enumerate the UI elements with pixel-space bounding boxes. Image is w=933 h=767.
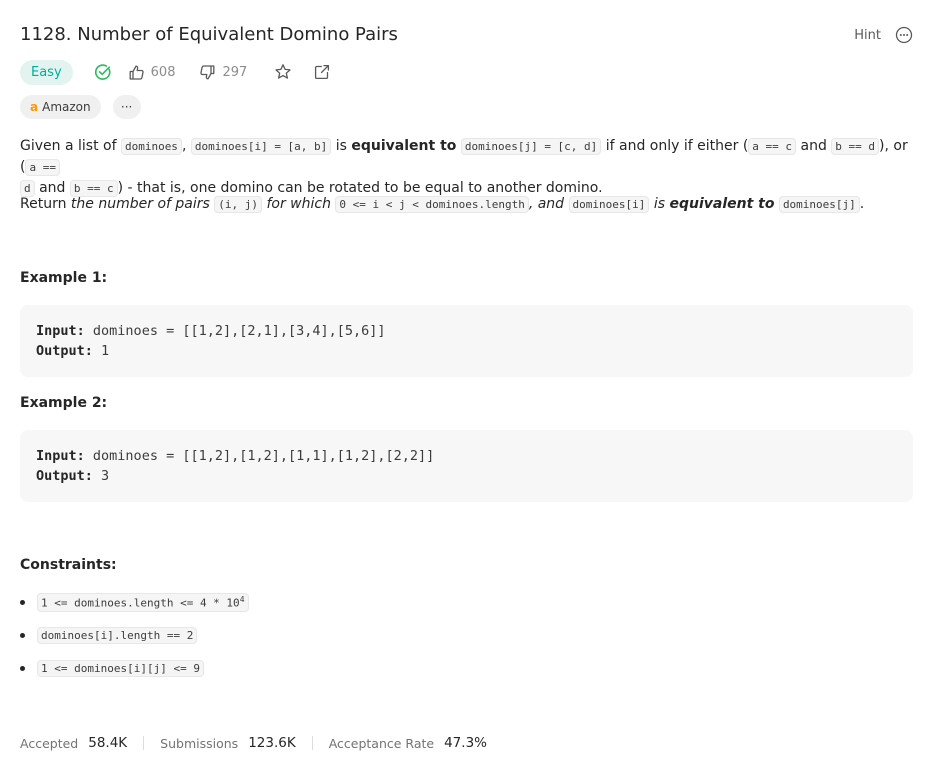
meta-row: Easy 608 297: [20, 59, 330, 85]
star-icon: [275, 64, 291, 79]
stats-bar: Accepted 58.4K Submissions 123.6K Accept…: [20, 733, 487, 753]
example-output-label: Output:: [36, 468, 93, 484]
company-tag-label: Amazon: [42, 100, 91, 114]
inline-code: b == d: [831, 138, 880, 155]
inline-code: dominoes: [120, 138, 182, 155]
bullet: [20, 599, 25, 605]
divider: [311, 736, 313, 750]
accepted-label: Accepted: [20, 735, 79, 751]
title-actions: Hint: [854, 22, 913, 48]
example-2-heading: Example 2:: [20, 395, 108, 411]
problem-title[interactable]: 1128. Number of Equivalent Domino Pairs: [20, 22, 913, 48]
dislike-button[interactable]: 297: [199, 64, 247, 81]
more-options-button[interactable]: [895, 26, 913, 44]
desc-bold-italic: equivalent to: [669, 196, 775, 212]
desc-italic: for which: [266, 196, 331, 212]
acceptance-rate-value: 47.3%: [444, 735, 487, 751]
submissions-label: Submissions: [160, 735, 239, 751]
acceptance-rate-label: Acceptance Rate: [328, 735, 435, 751]
hint-button[interactable]: Hint: [854, 28, 881, 43]
example-output-value: 1: [101, 343, 110, 359]
thumbs-down-icon: [200, 64, 215, 79]
desc-text: if and only if either (: [601, 138, 749, 154]
solved-status: [94, 63, 112, 81]
example-1-box: Input: dominoes = [[1,2],[2,1],[3,4],[5,…: [20, 305, 913, 377]
bullet: [20, 633, 25, 638]
desc-italic: , and: [528, 196, 565, 212]
inline-code: 0 <= i < j < dominoes.length: [335, 196, 529, 213]
desc-text: Given a list of: [20, 138, 121, 154]
more-circle-icon: [895, 26, 913, 44]
desc-text: Return: [20, 196, 71, 212]
inline-code: dominoes[i] = [a, b]: [190, 138, 332, 155]
example-input-label: Input:: [36, 448, 85, 464]
difficulty-badge: Easy: [20, 59, 73, 85]
description-paragraph-2: Return the number of pairs (i, j) for wh…: [20, 194, 913, 215]
inline-code: dominoes[j] = [c, d]: [460, 138, 602, 155]
constraint-text: 1 <= dominoes.length <= 4 * 10: [41, 596, 240, 610]
constraints-heading: Constraints:: [20, 557, 117, 573]
amazon-logo-icon: a: [30, 100, 39, 114]
favorite-button[interactable]: [274, 63, 292, 81]
constraint-item: dominoes[i].length == 2: [20, 627, 198, 644]
share-button[interactable]: [314, 64, 330, 80]
inline-code: a ==: [25, 159, 60, 176]
constraint-item: 1 <= dominoes[i][j] <= 9: [20, 660, 204, 677]
constraint-sup: 4: [239, 595, 245, 604]
like-button[interactable]: 608: [128, 64, 176, 81]
example-output-label: Output:: [36, 343, 93, 359]
example-1-heading: Example 1:: [20, 270, 108, 286]
company-tag-amazon[interactable]: a Amazon: [20, 95, 101, 119]
desc-text: .: [859, 196, 865, 212]
tags-row: a Amazon ···: [20, 95, 141, 119]
desc-text: and: [796, 138, 832, 154]
constraint-item: 1 <= dominoes.length <= 4 * 104: [20, 593, 249, 612]
constraint-code: 1 <= dominoes[i][j] <= 9: [37, 660, 204, 677]
share-icon: [315, 64, 330, 80]
title-row: 1128. Number of Equivalent Domino Pairs …: [20, 22, 913, 48]
inline-code: dominoes[i]: [568, 196, 650, 213]
desc-bold: equivalent to: [351, 138, 457, 154]
inline-code: (i, j): [214, 196, 262, 213]
description-paragraph-1: Given a list of dominoes, dominoes[i] = …: [20, 136, 925, 199]
inline-code: a == c: [748, 138, 797, 155]
accepted-value: 58.4K: [88, 735, 128, 751]
example-input-value: dominoes = [[1,2],[2,1],[3,4],[5,6]]: [92, 323, 386, 339]
constraint-code: 1 <= dominoes.length <= 4 * 104: [37, 593, 249, 612]
dislike-count: 297: [222, 64, 248, 80]
check-circle-icon: [94, 64, 111, 80]
more-tags-button[interactable]: ···: [112, 95, 141, 119]
divider: [143, 736, 145, 750]
example-2-box: Input: dominoes = [[1,2],[1,2],[1,1],[1,…: [20, 430, 913, 502]
bullet: [20, 666, 25, 671]
desc-italic: the number of pairs: [70, 196, 210, 212]
submissions-value: 123.6K: [248, 735, 296, 751]
desc-text: ,: [181, 138, 191, 154]
constraint-code: dominoes[i].length == 2: [37, 627, 198, 644]
example-output-value: 3: [101, 468, 110, 484]
like-count: 608: [150, 64, 176, 80]
desc-italic: is: [653, 196, 666, 212]
inline-code: dominoes[j]: [778, 196, 860, 213]
desc-text: is: [331, 138, 352, 154]
thumbs-up-icon: [129, 65, 144, 80]
example-input-label: Input:: [36, 323, 85, 339]
example-input-value: dominoes = [[1,2],[1,2],[1,1],[1,2],[2,2…: [92, 448, 435, 464]
